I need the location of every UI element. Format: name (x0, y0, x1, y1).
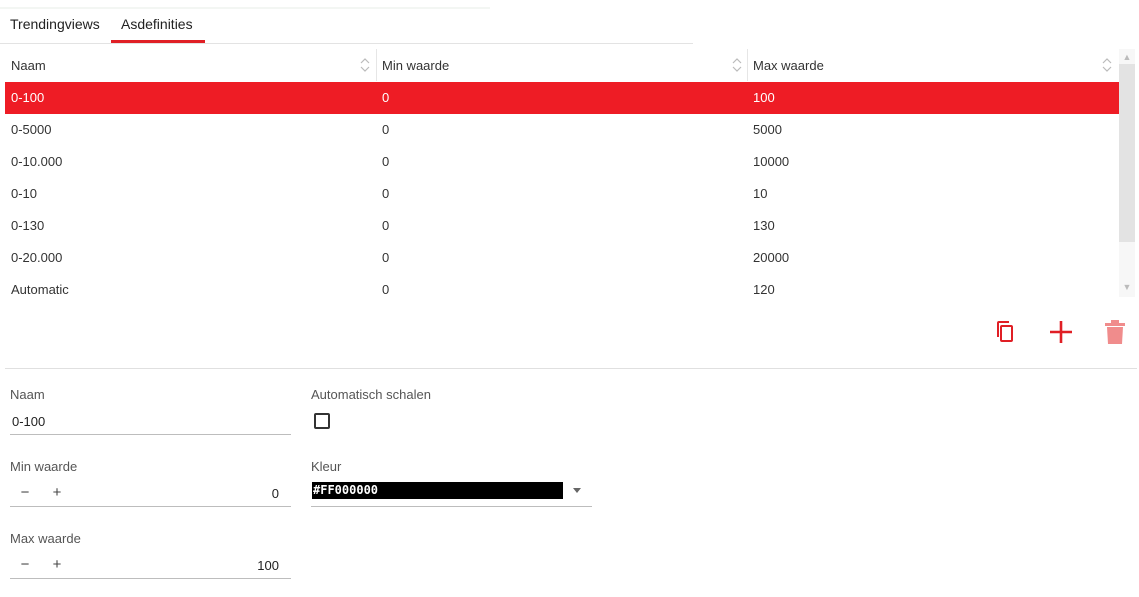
copy-icon[interactable] (993, 318, 1021, 346)
sort-icon[interactable] (1102, 57, 1112, 73)
scrollbar-thumb[interactable] (1119, 64, 1135, 242)
scroll-down-arrow-icon[interactable]: ▼ (1119, 280, 1135, 294)
grid-header: Naam Min waarde Max waarde (5, 49, 1119, 82)
cell-min: 0 (382, 250, 390, 265)
decrement-button[interactable]: − (16, 482, 34, 506)
cell-min: 0 (382, 282, 390, 297)
chevron-down-icon[interactable] (571, 484, 583, 496)
tab-asdefinities[interactable]: Asdefinities (121, 16, 193, 32)
table-row[interactable]: 0-10.000 0 10000 (5, 146, 1119, 178)
vertical-scrollbar[interactable]: ▲ ▼ (1119, 49, 1135, 297)
cell-max: 100 (753, 90, 775, 105)
decrement-button[interactable]: − (16, 554, 34, 578)
tab-bar: Trendingviews Asdefinities (0, 0, 693, 44)
cell-naam: 0-10.000 (11, 154, 63, 169)
tab-trendingviews[interactable]: Trendingviews (10, 16, 100, 32)
sort-icon[interactable] (732, 57, 742, 73)
cell-max: 5000 (753, 122, 782, 137)
tab-bar-topline (0, 7, 490, 9)
table-row[interactable]: 0-10 0 10 (5, 178, 1119, 210)
cell-min: 0 (382, 122, 390, 137)
cell-min: 0 (382, 186, 390, 201)
min-waarde-value[interactable]: 0 (272, 482, 279, 506)
table-row[interactable]: Automatic 0 120 (5, 274, 1119, 306)
auto-scale-checkbox[interactable] (314, 413, 330, 429)
cell-naam: 0-5000 (11, 122, 52, 137)
max-waarde-label: Max waarde (10, 531, 81, 546)
active-tab-indicator (111, 40, 205, 43)
column-separator[interactable] (747, 49, 748, 81)
naam-value: 0-100 (12, 414, 46, 429)
cell-naam: 0-100 (11, 90, 45, 105)
cell-naam: 0-20.000 (11, 250, 63, 265)
max-waarde-stepper[interactable]: − + 100 (10, 554, 291, 579)
kleur-label: Kleur (311, 459, 342, 474)
auto-scale-label: Automatisch schalen (311, 387, 431, 402)
increment-button[interactable]: + (48, 482, 66, 506)
min-waarde-label: Min waarde (10, 459, 78, 474)
cell-max: 20000 (753, 250, 790, 265)
trash-icon[interactable] (1101, 318, 1129, 346)
cell-max: 10 (753, 186, 768, 201)
table-row[interactable]: 0-130 0 130 (5, 210, 1119, 242)
cell-max: 130 (753, 218, 775, 233)
section-divider (5, 368, 1137, 369)
cell-naam: 0-130 (11, 218, 45, 233)
cell-naam: Automatic (11, 282, 69, 297)
column-header-min-waarde[interactable]: Min waarde (382, 49, 449, 82)
min-waarde-stepper[interactable]: − + 0 (10, 482, 291, 507)
cell-naam: 0-10 (11, 186, 38, 201)
naam-field[interactable]: 0-100 (10, 410, 291, 435)
cell-max: 120 (753, 282, 775, 297)
column-separator[interactable] (376, 49, 377, 81)
scroll-up-arrow-icon[interactable]: ▲ (1119, 50, 1135, 64)
color-value-swatch[interactable]: #FF000000 (312, 482, 563, 499)
max-waarde-value[interactable]: 100 (257, 554, 279, 578)
cell-min: 0 (382, 154, 390, 169)
column-header-max-waarde[interactable]: Max waarde (753, 49, 824, 82)
table-row[interactable]: 0-100 0 100 (5, 82, 1119, 114)
cell-min: 0 (382, 218, 390, 233)
sort-icon[interactable] (360, 57, 370, 73)
column-header-naam[interactable]: Naam (11, 49, 46, 82)
table-row[interactable]: 0-5000 0 5000 (5, 114, 1119, 146)
increment-button[interactable]: + (48, 554, 66, 578)
table-row[interactable]: 0-20.000 0 20000 (5, 242, 1119, 274)
cell-min: 0 (382, 90, 390, 105)
naam-label: Naam (10, 387, 45, 402)
plus-icon[interactable] (1047, 318, 1075, 346)
axis-definitions-grid: Naam Min waarde Max waarde 0-100 0 100 0… (5, 49, 1119, 306)
cell-max: 10000 (753, 154, 790, 169)
